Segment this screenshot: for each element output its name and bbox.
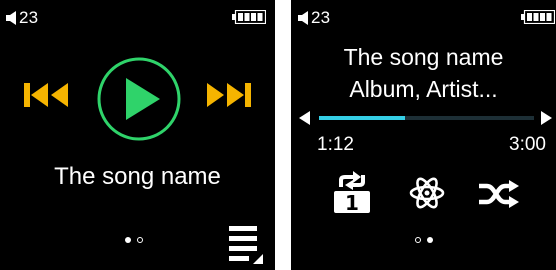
page-dot-inactive[interactable] [415,237,421,243]
repeat-one-button[interactable]: 1 [331,171,375,215]
shuffle-icon [479,180,519,208]
previous-track-button[interactable] [24,83,72,107]
volume-icon [6,11,16,25]
elapsed-time: 1:12 [317,134,354,155]
progress-fill [319,116,405,120]
volume-icon [298,11,308,25]
svg-text:1: 1 [345,191,359,215]
volume-level: 23 [19,8,39,27]
total-duration: 3:00 [509,134,546,155]
play-button[interactable] [96,56,182,142]
page-dot-active [125,237,131,243]
page-indicator [125,237,143,243]
volume-level: 23 [311,8,331,27]
now-playing-screen: 23 The song name [0,0,275,270]
track-details-screen: 23 The song name Album, Artist... 1:12 3… [291,0,556,270]
playlist-button[interactable] [229,226,265,264]
playlist-icon [229,226,263,264]
battery-icon [232,10,266,24]
next-track-button[interactable] [203,83,251,107]
page-indicator [415,237,433,243]
volume-indicator[interactable]: 23 [6,8,38,28]
song-title: The song name [54,163,221,190]
song-title: The song name [343,44,504,70]
seek-forward-icon [541,111,552,125]
page-dot-inactive[interactable] [137,237,143,243]
repeat-one-icon: 1 [334,171,370,215]
previous-track-icon [24,83,68,107]
progress-bar[interactable] [319,116,534,120]
atom-icon [409,177,445,209]
battery-icon [521,10,555,24]
seek-forward-button[interactable] [541,111,553,125]
play-icon [126,78,160,120]
seek-back-icon [299,111,310,125]
shuffle-button[interactable] [479,180,519,208]
atom-button[interactable] [409,174,445,212]
seek-back-button[interactable] [299,111,311,125]
page-dot-active [427,237,433,243]
next-track-icon [207,83,251,107]
album-artist: Album, Artist... [349,76,498,102]
volume-indicator[interactable]: 23 [298,8,330,28]
